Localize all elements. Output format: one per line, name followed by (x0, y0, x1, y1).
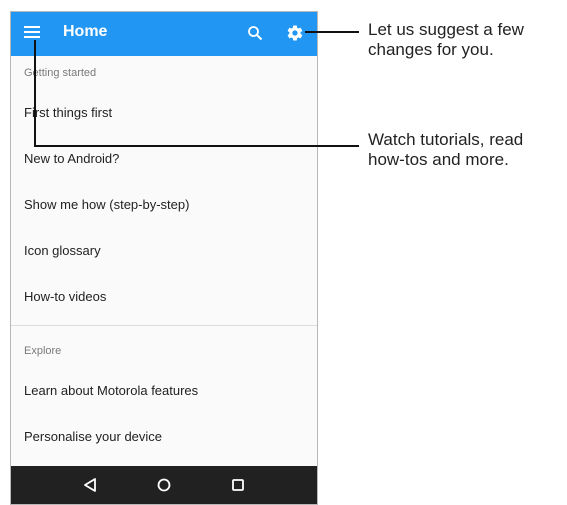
list-item[interactable]: Show me how (step-by-step) (11, 182, 317, 228)
list-item[interactable]: Learn about Motorola features (11, 368, 317, 414)
callout-line-settings (305, 31, 359, 33)
section-header-getting-started: Getting started (24, 67, 97, 79)
navigation-bar (11, 466, 317, 504)
callout-settings: Let us suggest a few changes for you. (368, 20, 524, 60)
list-item[interactable]: How-to videos (11, 274, 317, 320)
section-header-explore: Explore (24, 345, 62, 357)
callout-line-menu-horizontal (34, 145, 359, 147)
search-icon[interactable] (247, 25, 263, 41)
menu-icon[interactable] (24, 26, 40, 38)
callout-line-menu-vertical (34, 40, 36, 146)
gear-icon[interactable] (286, 24, 304, 42)
home-list: Getting started First things first New t… (11, 56, 317, 460)
callout-menu-line-1: Watch tutorials, read (368, 130, 524, 149)
callout-menu-line-2: how-tos and more. (368, 150, 509, 169)
phone-screen: Home Getting started First things first … (10, 11, 318, 505)
list-item[interactable]: Personalise your device (11, 414, 317, 460)
home-icon[interactable] (155, 476, 173, 494)
list-item[interactable]: First things first (11, 90, 317, 136)
section-divider (11, 325, 317, 326)
page-title: Home (63, 23, 108, 40)
list-item[interactable]: Icon glossary (11, 228, 317, 274)
callout-settings-line-1: Let us suggest a few (368, 20, 524, 39)
app-bar: Home (11, 12, 317, 56)
callout-menu: Watch tutorials, read how-tos and more. (368, 130, 523, 170)
back-icon[interactable] (81, 476, 99, 494)
recents-icon[interactable] (229, 476, 247, 494)
list-item[interactable]: New to Android? (11, 136, 317, 182)
callout-settings-line-2: changes for you. (368, 40, 494, 59)
